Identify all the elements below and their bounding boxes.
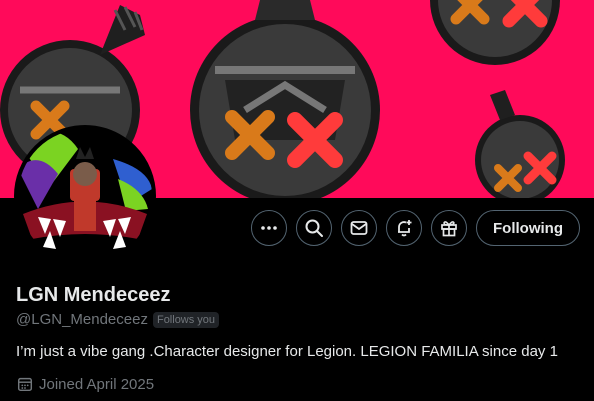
message-icon <box>350 221 368 235</box>
notify-button[interactable] <box>386 210 423 246</box>
more-icon <box>261 226 277 230</box>
gift-button[interactable] <box>431 210 468 246</box>
joined-row: Joined April 2025 <box>16 375 154 393</box>
search-button[interactable] <box>296 210 333 246</box>
search-icon <box>305 219 324 237</box>
joined-date: Joined April 2025 <box>39 375 155 393</box>
gift-icon <box>441 221 457 237</box>
avatar-art <box>18 129 152 263</box>
message-button[interactable] <box>341 210 378 246</box>
notify-icon <box>398 220 412 237</box>
follows-you-badge: Follows you <box>152 311 220 328</box>
profile-bio: I’m just a vibe gang .Character designer… <box>16 343 558 360</box>
more-button[interactable] <box>251 210 288 246</box>
calendar-icon <box>17 377 33 392</box>
handle-row: @LGN_Mendeceez Follows you <box>16 311 220 328</box>
profile-avatar[interactable] <box>14 125 156 267</box>
profile-actions: Following <box>251 210 580 246</box>
user-handle: @LGN_Mendeceez <box>16 311 148 328</box>
following-button[interactable]: Following <box>476 210 580 246</box>
display-name: LGN Mendeceez <box>16 284 171 306</box>
